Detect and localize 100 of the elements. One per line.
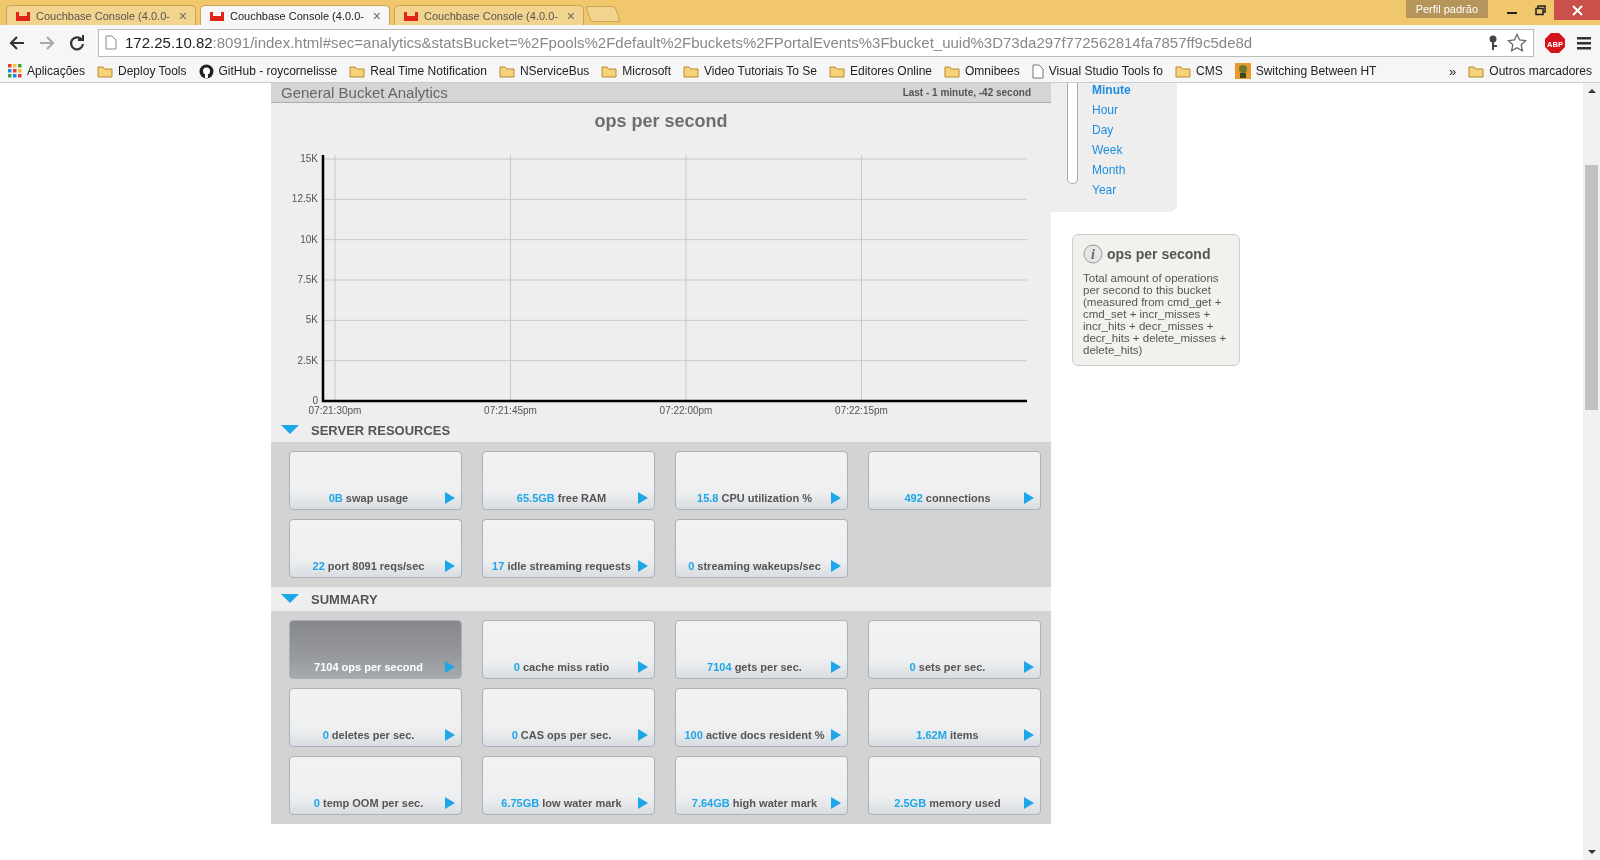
close-icon[interactable]: ×	[372, 7, 381, 24]
bookmark-item[interactable]: Real Time Notification	[349, 64, 487, 78]
zoom-link[interactable]: Hour	[1092, 103, 1131, 118]
bookmark-item[interactable]: Omnibees	[944, 64, 1020, 78]
stat-tile[interactable]: 17 idle streaming requests	[482, 519, 655, 578]
stat-label: 0 sets per sec.	[908, 661, 987, 673]
browser-tab[interactable]: Couchbase Console (4.0.0- ×	[200, 5, 390, 25]
close-window-button[interactable]	[1554, 0, 1600, 20]
stat-tile[interactable]: 492 connections	[868, 451, 1041, 510]
stat-tile[interactable]: 0 deletes per sec.	[289, 688, 462, 747]
play-arrow-icon	[1024, 797, 1034, 809]
close-icon[interactable]: ×	[566, 7, 575, 24]
x-tick-label: 07:22:15pm	[835, 405, 888, 416]
stat-tile[interactable]: 6.75GB low water mark	[482, 756, 655, 815]
section-title: SERVER RESOURCES	[311, 422, 451, 438]
stat-tile[interactable]: 7104 gets per sec.	[675, 620, 848, 679]
stat-label: 17 idle streaming requests	[491, 560, 632, 572]
bookmark-item[interactable]: Microsoft	[601, 64, 671, 78]
scroll-down-icon[interactable]	[1586, 848, 1597, 856]
close-icon[interactable]: ×	[178, 7, 187, 24]
stat-label: 6.75GB low water mark	[500, 797, 623, 809]
play-arrow-icon	[1024, 729, 1034, 741]
stat-tile[interactable]: 65.5GB free RAM	[482, 451, 655, 510]
info-title: ops per second	[1107, 246, 1211, 262]
zoom-slider-track[interactable]	[1067, 83, 1078, 184]
stat-tile[interactable]: 1.62M items	[868, 688, 1041, 747]
panel-title: General Bucket Analytics	[281, 84, 448, 101]
stat-tile[interactable]: 0 streaming wakeups/sec	[675, 519, 848, 578]
zoom-link[interactable]: Week	[1092, 143, 1131, 158]
star-icon[interactable]	[1507, 32, 1527, 53]
folder-icon	[97, 64, 114, 78]
y-tick-label: 5K	[305, 314, 318, 326]
apps-grid-icon	[8, 64, 22, 78]
play-arrow-icon	[831, 560, 841, 572]
play-arrow-icon	[445, 661, 455, 673]
play-arrow-icon	[638, 729, 648, 741]
stat-tile[interactable]: 0 sets per sec.	[868, 620, 1041, 679]
folder-icon	[683, 64, 699, 78]
stat-tile[interactable]: 0 CAS ops per sec.	[482, 688, 655, 747]
bookmark-item[interactable]: NServiceBus	[498, 64, 590, 78]
browser-tab[interactable]: Couchbase Console (4.0.0- ×	[394, 5, 584, 25]
play-arrow-icon	[638, 797, 648, 809]
bookmark-item[interactable]: Video Tutoriais To Se	[683, 64, 817, 78]
stat-label: 1.62M items	[915, 729, 980, 741]
play-arrow-icon	[831, 661, 841, 673]
stat-tile[interactable]: 7.64GB high water mark	[675, 756, 848, 815]
bookmark-item[interactable]: Editores Online	[828, 64, 932, 78]
close-icon	[1571, 4, 1583, 16]
x-tick-label: 07:21:30pm	[308, 405, 362, 416]
url-text: 172.25.10.82:8091/index.html#sec=analytics&statsBucket=%2Fpools%2Fdefault%2Fbuckets%2FPortalEvents%3Fbucket_uuid%3D73da297f772562814fa7857ff9c5de8d	[125, 34, 1253, 51]
stat-tile[interactable]: 0B swap usage	[289, 451, 462, 510]
play-arrow-icon	[445, 729, 455, 741]
stat-label: 22 port 8091 reqs/sec	[311, 560, 426, 572]
y-tick-label: 12.5K	[291, 193, 318, 205]
folder-icon	[498, 64, 515, 78]
play-arrow-icon	[831, 492, 841, 504]
folder-icon	[349, 64, 366, 78]
stat-label: 0 deletes per sec.	[321, 729, 416, 741]
y-tick-label: 0	[312, 395, 318, 406]
x-tick-label: 07:22:00pm	[659, 405, 713, 416]
stat-label: 492 connections	[903, 492, 992, 504]
play-arrow-icon	[445, 560, 455, 572]
stat-tile[interactable]: 100 active docs resident %	[675, 688, 848, 747]
menu-icon[interactable]	[1576, 34, 1592, 51]
bookmark-item[interactable]: Aplicações	[8, 64, 86, 78]
stat-label: 7104 gets per sec.	[706, 661, 803, 673]
bookmark-item[interactable]: CMS	[1175, 64, 1223, 78]
stat-label: 2.5GB memory used	[893, 797, 1002, 809]
address-bar[interactable]: 172.25.10.82:8091/index.html#sec=analytics&statsBucket=%2Fpools%2Fdefault%2Fbuckets%2FPortalEvents%3Fbucket_uuid%3D73da297f772562814fa7857ff9c5de8d	[98, 28, 1534, 57]
folder-icon	[1175, 64, 1192, 78]
play-arrow-icon	[831, 729, 841, 741]
time-range-text: Last - 1 minute, -42 second	[902, 87, 1031, 98]
play-arrow-icon	[638, 492, 648, 504]
bookmark-item[interactable]: Switching Between HT	[1234, 63, 1377, 79]
zoom-link[interactable]: Month	[1092, 163, 1131, 178]
play-arrow-icon	[445, 492, 455, 504]
browser-tab[interactable]: Couchbase Console (4.0.0- ×	[6, 5, 196, 25]
bookmark-item[interactable]: Deploy Tools	[97, 64, 187, 78]
more-bookmarks-button[interactable]: »	[1449, 63, 1457, 79]
bookmark-item[interactable]: Visual Studio Tools fo	[1031, 63, 1164, 79]
stat-tile[interactable]: 0 cache miss ratio	[482, 620, 655, 679]
stat-label: 0 temp OOM per sec.	[312, 797, 425, 809]
scrollbar-thumb[interactable]	[1585, 165, 1598, 410]
zoom-link[interactable]: Year	[1092, 183, 1131, 198]
bookmark-item[interactable]: Outros marcadores	[1468, 64, 1592, 78]
key-icon[interactable]	[1487, 34, 1499, 51]
stat-tile[interactable]: 0 temp OOM per sec.	[289, 756, 462, 815]
back-icon[interactable]	[8, 33, 26, 52]
play-arrow-icon	[831, 797, 841, 809]
scroll-up-icon[interactable]	[1586, 87, 1597, 95]
cartoon-icon	[1234, 63, 1251, 79]
stat-tile[interactable]: 15.8 CPU utilization %	[675, 451, 848, 510]
stat-tile[interactable]: 22 port 8091 reqs/sec	[289, 519, 462, 578]
reload-icon[interactable]	[68, 33, 86, 52]
bookmark-item[interactable]: GitHub - roycornelisse	[198, 63, 338, 79]
stat-tile[interactable]: 2.5GB memory used	[868, 756, 1041, 815]
play-arrow-icon	[1024, 492, 1034, 504]
y-tick-label: 2.5K	[297, 354, 318, 366]
stat-label: 0B swap usage	[327, 492, 410, 504]
stat-label: 7104 ops per second	[313, 661, 424, 673]
